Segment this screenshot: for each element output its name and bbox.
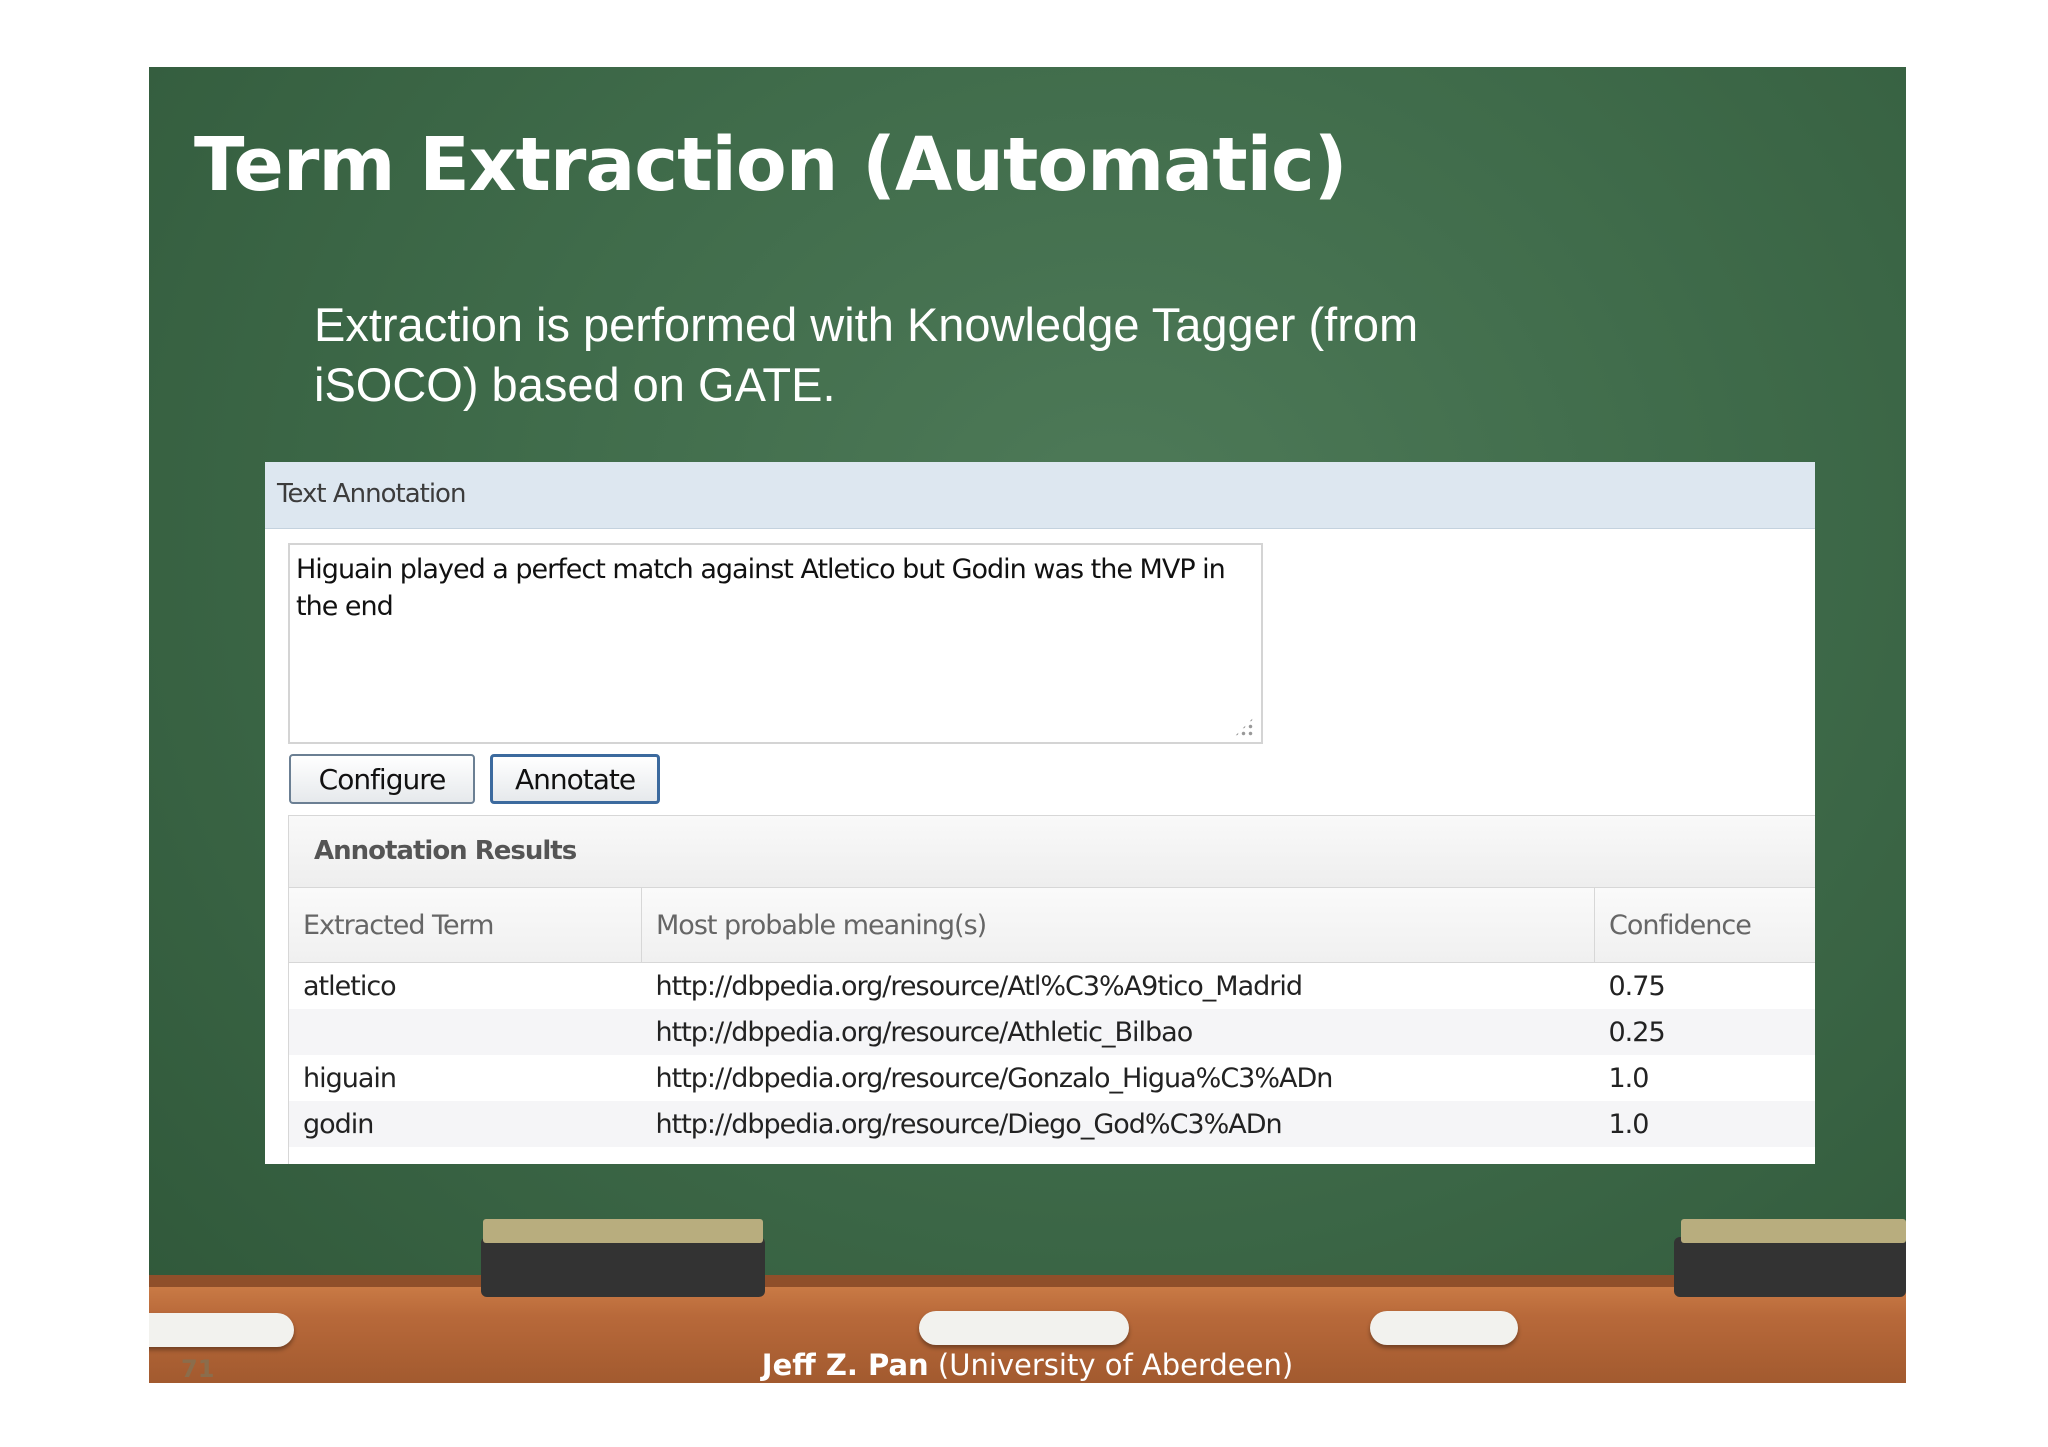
cell-meaning: http://dbpedia.org/resource/Diego_God%C3…: [641, 1101, 1595, 1147]
text-annotation-panel: Text Annotation Higuain played a perfect…: [265, 462, 1815, 1164]
footer-affiliation: (University of Aberdeen): [928, 1348, 1294, 1382]
body-line-2: iSOCO) based on GATE.: [314, 358, 836, 411]
cell-confidence: 1.0: [1608, 1062, 1650, 1094]
annotation-results: Annotation Results Extracted Term Most p…: [288, 815, 1815, 1164]
cell-meaning: http://dbpedia.org/resource/Gonzalo_Higu…: [655, 1062, 1334, 1094]
eraser-icon: [1674, 1237, 1906, 1297]
cell-term: godin: [289, 1101, 642, 1147]
slide-footer: Jeff Z. Pan (University of Aberdeen): [149, 1348, 1906, 1382]
results-title: Annotation Results: [314, 836, 577, 866]
results-header: Annotation Results: [289, 816, 1815, 888]
cell-confidence: 0.75: [1608, 970, 1666, 1002]
results-table: Extracted Term Most probable meaning(s) …: [289, 888, 1815, 1147]
slide: Term Extraction (Automatic) Extraction i…: [149, 67, 1906, 1383]
resize-grip-icon[interactable]: [1233, 716, 1255, 738]
body-line-1: Extraction is performed with Knowledge T…: [314, 298, 1419, 351]
cell-confidence: 1.0: [1594, 1101, 1815, 1147]
slide-title: Term Extraction (Automatic): [194, 122, 1348, 208]
eraser-icon: [481, 1237, 765, 1297]
cell-term: higuain: [303, 1062, 397, 1094]
column-header-confidence[interactable]: Confidence: [1594, 888, 1815, 963]
slide-body: Extraction is performed with Knowledge T…: [314, 295, 1514, 415]
configure-button[interactable]: Configure: [289, 754, 475, 804]
cell-term: [289, 1009, 642, 1055]
table-row[interactable]: http://dbpedia.org/resource/Athletic_Bil…: [289, 1009, 1815, 1055]
column-header-extracted-term[interactable]: Extracted Term: [289, 888, 642, 963]
cell-confidence: 0.25: [1594, 1009, 1815, 1055]
cell-term: atletico: [303, 970, 397, 1002]
column-header-meaning[interactable]: Most probable meaning(s): [641, 888, 1595, 963]
panel-header: Text Annotation: [265, 462, 1815, 529]
cell-meaning: http://dbpedia.org/resource/Atl%C3%A9tic…: [655, 970, 1304, 1002]
chalk-icon: [1370, 1311, 1518, 1345]
chalk-icon: [149, 1313, 294, 1347]
eraser-felt: [1681, 1219, 1906, 1243]
eraser-felt: [483, 1219, 763, 1243]
annotation-text-input[interactable]: Higuain played a perfect match against A…: [288, 543, 1263, 744]
table-row[interactable]: godin http://dbpedia.org/resource/Diego_…: [289, 1101, 1815, 1147]
panel-title: Text Annotation: [277, 479, 466, 509]
table-row[interactable]: higuain http://dbpedia.org/resource/Gonz…: [289, 1055, 1815, 1101]
cell-meaning: http://dbpedia.org/resource/Athletic_Bil…: [641, 1009, 1595, 1055]
footer-author: Jeff Z. Pan: [761, 1348, 929, 1382]
chalk-icon: [919, 1311, 1129, 1345]
annotation-text-value: Higuain played a perfect match against A…: [296, 554, 1226, 622]
annotate-button[interactable]: Annotate: [490, 754, 660, 804]
table-row[interactable]: atletico http://dbpedia.org/resource/Atl…: [289, 963, 1815, 1010]
